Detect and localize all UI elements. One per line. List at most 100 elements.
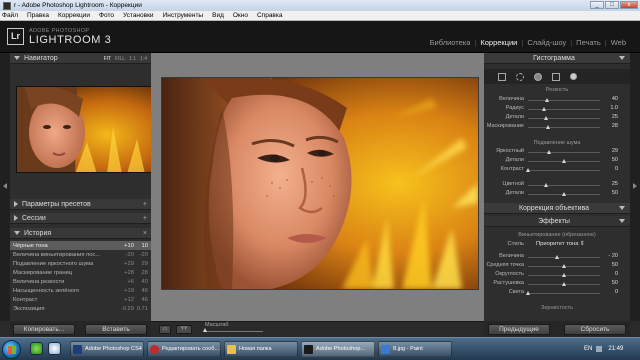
- slider-noise-color[interactable]: Цветной 25: [484, 181, 630, 189]
- slider-vignette-midpoint[interactable]: Средняя точка 50: [484, 262, 630, 270]
- add-preset-icon[interactable]: +: [143, 201, 147, 208]
- effects-header[interactable]: Эффекты: [484, 216, 630, 227]
- collapsed-triangle-icon: [14, 201, 18, 207]
- slider-vignette-roundness[interactable]: Округлость 0: [484, 271, 630, 279]
- adjustment-brush-icon[interactable]: [570, 73, 577, 80]
- slider-noise-luminance[interactable]: Яркостный 29: [484, 148, 630, 156]
- expand-triangle-icon: [619, 56, 625, 60]
- navigator-preview-image[interactable]: [16, 86, 154, 173]
- menu-photo[interactable]: Фото: [99, 12, 114, 19]
- menu-view[interactable]: Вид: [212, 12, 224, 19]
- zoom-slider-track[interactable]: [205, 331, 263, 332]
- window-titlebar: r - Adobe Photoshop Lightroom - Коррекци…: [0, 0, 640, 11]
- slider-noise-color-detail[interactable]: Детали 50: [484, 190, 630, 198]
- histogram-title: Гистограмма: [533, 54, 575, 62]
- right-panel-edge[interactable]: [630, 53, 640, 321]
- volume-icon[interactable]: [596, 346, 603, 352]
- taskbar-item[interactable]: Adobe Photoshop CS4: [70, 341, 144, 357]
- history-item[interactable]: Величина виньетирования пос... -20 -20: [10, 250, 151, 259]
- module-library[interactable]: Библиотека: [426, 38, 475, 47]
- menu-file[interactable]: Файл: [2, 12, 18, 19]
- zoom-fill[interactable]: FILL: [115, 56, 125, 62]
- module-slideshow[interactable]: Слайд-шоу: [523, 38, 570, 47]
- module-develop[interactable]: Коррекции: [476, 38, 521, 47]
- close-button[interactable]: x: [620, 1, 638, 9]
- redeye-tool-icon[interactable]: [534, 72, 542, 81]
- menu-edit[interactable]: Правка: [27, 12, 49, 19]
- history-item[interactable]: Насыщенность зелёного +19 46: [10, 286, 151, 295]
- taskbar-item[interactable]: Новая папка: [224, 341, 298, 357]
- window-title: r - Adobe Photoshop Lightroom - Коррекци…: [14, 2, 142, 9]
- menu-settings[interactable]: Установки: [123, 12, 154, 19]
- history-item[interactable]: Маскирование границ +28 28: [10, 268, 151, 277]
- minimize-button[interactable]: _: [590, 1, 604, 9]
- menu-bar: Файл Правка Коррекции Фото Установки Инс…: [0, 11, 640, 21]
- copy-settings-button[interactable]: Копировать...: [13, 324, 75, 335]
- slider-vignette-highlights[interactable]: Света 0: [484, 289, 630, 297]
- collapse-left-icon: [3, 183, 7, 189]
- start-button[interactable]: [2, 340, 21, 359]
- clear-history-icon[interactable]: ×: [143, 230, 147, 237]
- slider-noise-contrast[interactable]: Контраст 0: [484, 166, 630, 174]
- slider-vignette-feather[interactable]: Растушевка 50: [484, 280, 630, 288]
- graduated-filter-icon[interactable]: [552, 72, 560, 81]
- image-toolbar: ▭ YY Масштаб: [151, 321, 484, 337]
- history-item[interactable]: Экспозиция -0.29 0.71: [10, 304, 151, 313]
- spot-removal-tool-icon[interactable]: [516, 72, 524, 81]
- expand-triangle-icon: [14, 231, 20, 235]
- module-web[interactable]: Web: [607, 38, 630, 47]
- main-image-area: [151, 53, 484, 321]
- vignette-style-select[interactable]: Стиль Приоритет тона ⇕: [484, 241, 630, 250]
- windows-logo-icon: [8, 346, 16, 354]
- sessions-header[interactable]: Сессии +: [10, 213, 151, 224]
- presets-header[interactable]: Параметры пресетов +: [10, 199, 151, 210]
- history-item[interactable]: Чёрные тона +10 10: [10, 241, 151, 250]
- previous-button[interactable]: Предыдущие: [488, 324, 550, 335]
- menu-help[interactable]: Справка: [257, 12, 283, 19]
- lens-corrections-header[interactable]: Коррекция объектива: [484, 203, 630, 214]
- left-panel-edge[interactable]: [0, 53, 10, 321]
- clock[interactable]: 21:49: [608, 346, 623, 352]
- windows-taskbar: Adobe Photoshop CS4 Редактировать сооб..…: [0, 337, 640, 360]
- history-header[interactable]: История ×: [10, 228, 151, 239]
- photoshop-icon: [73, 344, 82, 354]
- zoom-fit[interactable]: FIT: [104, 56, 112, 62]
- add-session-icon[interactable]: +: [143, 215, 147, 222]
- main-photo[interactable]: [162, 78, 478, 289]
- effects-title: Эффекты: [538, 217, 570, 225]
- crop-tool-icon[interactable]: [498, 72, 506, 81]
- identity-plate: Lr ADOBE PHOTOSHOP LIGHTROOM 3 Библиотек…: [0, 21, 640, 53]
- taskbar-item[interactable]: 8.jpg - Paint: [378, 341, 452, 357]
- menu-tools[interactable]: Инструменты: [163, 12, 204, 19]
- module-print[interactable]: Печать: [572, 38, 605, 47]
- slider-vignette-amount[interactable]: Величина - 20: [484, 253, 630, 261]
- sessions-title: Сессии: [22, 214, 46, 222]
- loupe-view-icon[interactable]: ▭: [159, 325, 171, 334]
- slider-sharpen-radius[interactable]: Радиус 1.0: [484, 105, 630, 113]
- slider-sharpen-masking[interactable]: Маскирование 28: [484, 123, 630, 131]
- taskbar-item-active[interactable]: Adobe Photoshop...: [301, 341, 375, 357]
- slider-sharpen-detail[interactable]: Детали 25: [484, 114, 630, 122]
- slider-sharpen-amount[interactable]: Величина 40: [484, 96, 630, 104]
- zoom-slider-knob[interactable]: [203, 328, 207, 332]
- reset-button[interactable]: Сбросить: [564, 324, 626, 335]
- folder-icon: [227, 344, 236, 354]
- zoom-1-1[interactable]: 1:1: [129, 56, 136, 62]
- maximize-button[interactable]: □: [605, 1, 619, 9]
- history-item[interactable]: Контраст +12 46: [10, 295, 151, 304]
- paste-settings-button[interactable]: Вставить: [85, 324, 147, 335]
- menu-develop[interactable]: Коррекции: [58, 12, 90, 19]
- system-tray: EN 21:49: [580, 338, 640, 360]
- language-indicator[interactable]: EN: [584, 346, 592, 352]
- quicklaunch-icon[interactable]: [48, 342, 61, 355]
- history-item[interactable]: Величина резкости +6 40: [10, 277, 151, 286]
- before-after-icon[interactable]: YY: [176, 325, 192, 334]
- menu-window[interactable]: Окно: [233, 12, 248, 19]
- histogram-header[interactable]: Гистограмма: [484, 53, 630, 64]
- history-item[interactable]: Подавление яркостного шума +29 29: [10, 259, 151, 268]
- taskbar-item[interactable]: Редактировать сооб...: [147, 341, 221, 357]
- zoom-1-4[interactable]: 1:4: [140, 56, 147, 62]
- slider-noise-lum-detail[interactable]: Детали 50: [484, 157, 630, 165]
- navigator-zoom-options: FIT FILL 1:1 1:4: [104, 53, 147, 64]
- quicklaunch-icon[interactable]: [30, 342, 43, 355]
